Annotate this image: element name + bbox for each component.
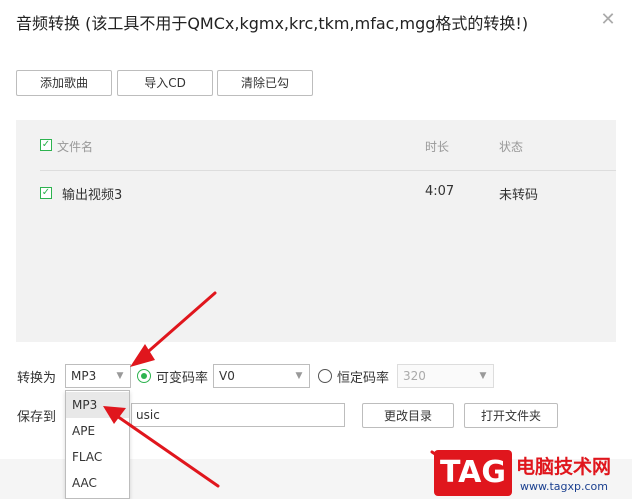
change-directory-button[interactable]: 更改目录 (362, 403, 454, 428)
save-path-input[interactable]: usic (131, 403, 345, 427)
clear-checked-button[interactable]: 清除已勾 (217, 70, 313, 96)
save-label: 保存到 (17, 410, 57, 425)
vbr-radio[interactable] (137, 369, 151, 383)
row-filename: 输出视频3 (62, 188, 123, 203)
row-checkbox[interactable]: ✓ (40, 187, 52, 199)
list-divider (40, 170, 616, 171)
chevron-down-icon: ▼ (479, 371, 487, 381)
vbr-select[interactable]: V0 ▼ (213, 364, 310, 388)
format-option-mp3[interactable]: MP3 (66, 392, 129, 418)
vbr-label: 可变码率 (156, 371, 209, 386)
arrowhead-icon (130, 344, 155, 367)
header-filename: 文件名 (57, 140, 94, 154)
convert-label: 转换为 (17, 371, 57, 386)
row-status: 未转码 (499, 188, 539, 203)
format-option-ape[interactable]: APE (66, 418, 129, 444)
chevron-down-icon: ▼ (116, 371, 124, 381)
close-icon[interactable]: ✕ (598, 10, 618, 30)
chevron-down-icon: ▼ (295, 371, 303, 381)
watermark-tag-logo: TAG (434, 450, 512, 496)
cbr-select-value: 320 (403, 369, 426, 383)
import-cd-button[interactable]: 导入CD (117, 70, 213, 96)
select-all-checkbox[interactable]: ✓ (40, 139, 52, 151)
cbr-label: 恒定码率 (337, 371, 390, 386)
format-dropdown-menu: MP3 APE FLAC AAC (65, 390, 130, 499)
vbr-select-value: V0 (219, 369, 235, 383)
format-option-flac[interactable]: FLAC (66, 444, 129, 470)
file-list-panel (16, 120, 616, 342)
open-folder-button[interactable]: 打开文件夹 (464, 403, 558, 428)
watermark-url: www.tagxp.com (520, 480, 608, 493)
format-select-value: MP3 (71, 369, 97, 383)
cbr-select: 320 ▼ (397, 364, 494, 388)
format-option-aac[interactable]: AAC (66, 470, 129, 496)
dialog-title: 音频转换 (该工具不用于QMCx,kgmx,krc,tkm,mfac,mgg格式… (16, 14, 529, 33)
header-duration: 时长 (425, 140, 450, 154)
format-select[interactable]: MP3 ▼ (65, 364, 131, 388)
header-status: 状态 (499, 140, 524, 154)
add-song-button[interactable]: 添加歌曲 (16, 70, 112, 96)
cbr-radio[interactable] (318, 369, 332, 383)
watermark-site-name: 电脑技术网 (516, 456, 612, 478)
row-duration: 4:07 (425, 184, 455, 199)
